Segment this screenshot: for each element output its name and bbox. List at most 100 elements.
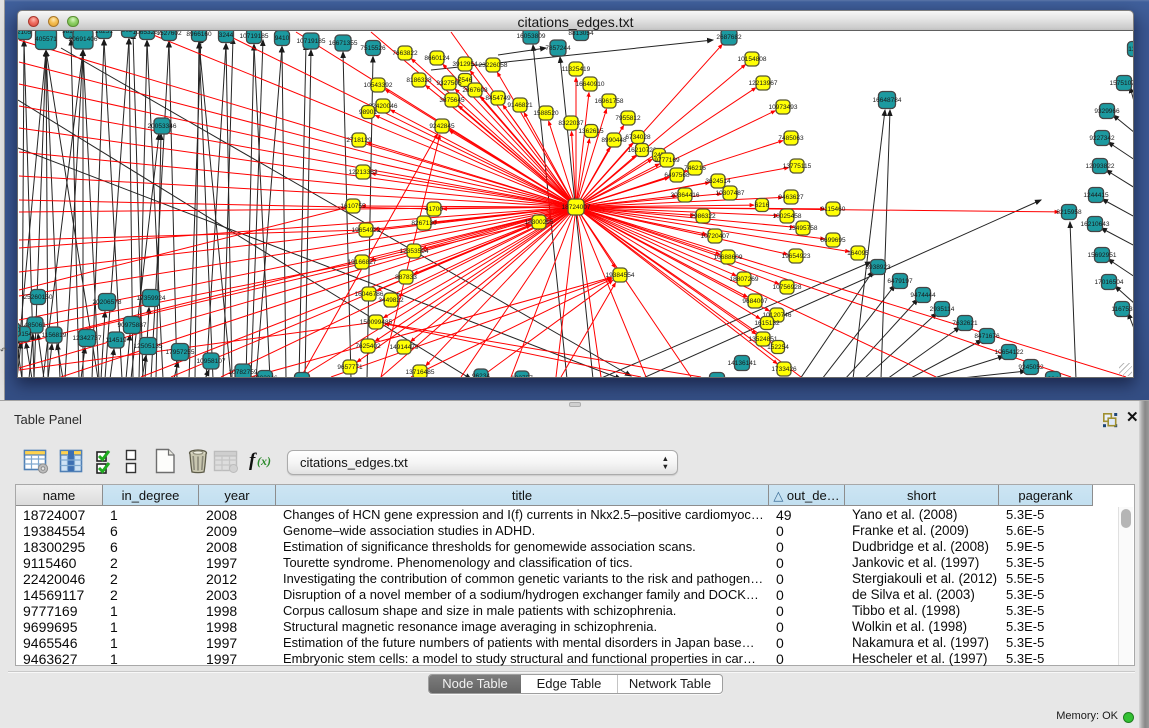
svg-text:9657771: 9657771 xyxy=(337,364,363,371)
svg-text:90975887: 90975887 xyxy=(118,322,147,329)
svg-text:7955812: 7955812 xyxy=(615,115,641,122)
svg-text:746216: 746216 xyxy=(684,165,706,172)
svg-text:12093822: 12093822 xyxy=(1086,163,1115,170)
svg-text:405571: 405571 xyxy=(35,36,57,43)
svg-text:1244415: 1244415 xyxy=(1083,192,1109,199)
svg-text:164095: 164095 xyxy=(847,250,869,257)
svg-text:10973493: 10973493 xyxy=(769,104,798,111)
svg-text:2867608: 2867608 xyxy=(462,87,488,94)
svg-text:20206578: 20206578 xyxy=(93,299,122,306)
svg-text:12342737: 12342737 xyxy=(73,335,102,342)
svg-text:10307487: 10307487 xyxy=(716,190,745,197)
svg-text:10958107: 10958107 xyxy=(197,358,226,365)
svg-text:13775115: 13775115 xyxy=(783,163,812,170)
svg-text:16053809: 16053809 xyxy=(517,33,546,40)
svg-text:10719185: 10719185 xyxy=(240,33,269,40)
svg-text:9100: 9100 xyxy=(18,327,21,334)
svg-text:1610755: 1610755 xyxy=(340,203,366,210)
svg-text:3244: 3244 xyxy=(219,32,234,39)
svg-text:9474444: 9474444 xyxy=(910,292,936,299)
svg-text:6497568: 6497568 xyxy=(664,172,690,179)
svg-text:8990448: 8990448 xyxy=(601,137,627,144)
svg-text:12213383: 12213383 xyxy=(349,169,378,176)
svg-text:9245052: 9245052 xyxy=(1018,364,1044,371)
svg-text:10154808: 10154808 xyxy=(738,56,767,63)
svg-text:116753: 116753 xyxy=(1111,306,1133,313)
svg-text:3449822: 3449822 xyxy=(378,297,404,304)
svg-text:9684007: 9684007 xyxy=(742,298,768,305)
svg-text:23226058: 23226058 xyxy=(479,62,508,69)
svg-text:19384554: 19384554 xyxy=(606,272,635,279)
svg-text:1733426: 1733426 xyxy=(771,366,797,373)
svg-text:8813054: 8813054 xyxy=(568,31,594,37)
svg-text:12505135: 12505135 xyxy=(134,343,163,350)
svg-text:6734028: 6734028 xyxy=(625,134,651,141)
svg-text:9777169: 9777169 xyxy=(654,157,680,164)
svg-text:150099485: 150099485 xyxy=(360,319,393,326)
svg-text:9327505: 9327505 xyxy=(436,80,462,87)
svg-text:8938923: 8938923 xyxy=(865,264,891,271)
svg-text:9146821: 9146821 xyxy=(507,102,533,109)
svg-text:10025458: 10025458 xyxy=(773,213,802,220)
svg-text:17016504: 17016504 xyxy=(1095,279,1124,286)
svg-text:10654122: 10654122 xyxy=(995,349,1024,356)
svg-text:41700: 41700 xyxy=(425,206,443,213)
svg-text:16961758: 16961758 xyxy=(595,98,624,105)
svg-text:19166827: 19166827 xyxy=(348,259,377,266)
svg-text:9242845: 9242845 xyxy=(429,123,455,130)
svg-text:16251: 16251 xyxy=(95,31,113,35)
svg-text:18807269: 18807269 xyxy=(730,276,759,283)
svg-text:8454749: 8454749 xyxy=(485,95,511,102)
svg-text:1156819: 1156819 xyxy=(42,332,67,339)
svg-text:10543392: 10543392 xyxy=(364,82,393,89)
svg-text:14136141: 14136141 xyxy=(728,360,757,367)
svg-text:12213967: 12213967 xyxy=(749,80,778,87)
svg-text:9115460: 9115460 xyxy=(821,206,846,213)
svg-text:17359924: 17359924 xyxy=(137,295,166,302)
svg-text:18724007: 18724007 xyxy=(562,204,591,211)
svg-text:1202346: 1202346 xyxy=(252,375,278,377)
svg-text:3875645: 3875645 xyxy=(439,97,465,104)
svg-text:14914479: 14914479 xyxy=(390,344,419,351)
svg-text:f: f xyxy=(249,450,257,471)
svg-text:15751074: 15751074 xyxy=(1110,80,1133,87)
svg-text:8215958: 8215958 xyxy=(1056,209,1082,216)
svg-text:11325419: 11325419 xyxy=(562,66,591,73)
svg-text:2986322: 2986322 xyxy=(690,213,716,220)
svg-text:2105: 2105 xyxy=(18,31,32,36)
svg-text:96234: 96234 xyxy=(472,373,490,377)
svg-text:3912954: 3912954 xyxy=(452,61,478,68)
svg-text:17957255: 17957255 xyxy=(166,349,195,356)
svg-text:2687682: 2687682 xyxy=(716,34,742,41)
svg-text:8471676: 8471676 xyxy=(974,333,1000,340)
svg-text:114519: 114519 xyxy=(105,337,127,344)
svg-text:16671355: 16671355 xyxy=(329,40,358,47)
svg-text:19654922: 19654922 xyxy=(352,227,381,234)
svg-text:16640910: 16640910 xyxy=(576,81,605,88)
svg-text:924: 924 xyxy=(1048,376,1059,377)
svg-text:7857244: 7857244 xyxy=(545,45,571,52)
svg-text:15692951: 15692951 xyxy=(1088,252,1117,259)
svg-text:7485063: 7485063 xyxy=(778,135,804,142)
svg-text:9329966: 9329966 xyxy=(1094,108,1120,115)
svg-text:9227342: 9227342 xyxy=(1089,135,1115,142)
svg-text:103757: 103757 xyxy=(511,375,533,377)
svg-text:8267130: 8267130 xyxy=(411,220,437,227)
svg-text:10719185: 10719185 xyxy=(297,38,326,45)
svg-text:1615132: 1615132 xyxy=(754,320,780,327)
svg-text:6699695: 6699695 xyxy=(820,237,846,244)
svg-text:13495758: 13495758 xyxy=(789,225,818,232)
svg-text:6216: 6216 xyxy=(755,202,770,209)
svg-text:2935114: 2935114 xyxy=(930,306,955,313)
svg-text:16210643: 16210643 xyxy=(1081,221,1110,228)
svg-text:8322037: 8322037 xyxy=(558,120,584,127)
svg-text:25260150: 25260150 xyxy=(24,294,53,301)
svg-text:8966160: 8966160 xyxy=(186,31,212,38)
svg-text:98901: 98901 xyxy=(359,109,377,116)
svg-text:20053346: 20053346 xyxy=(148,123,177,130)
svg-text:19654923: 19654923 xyxy=(782,253,811,260)
svg-text:7625402: 7625402 xyxy=(355,343,381,350)
svg-text:3624514: 3624514 xyxy=(705,178,731,185)
svg-text:12353594: 12353594 xyxy=(400,248,429,255)
svg-text:2718129: 2718129 xyxy=(346,137,372,144)
